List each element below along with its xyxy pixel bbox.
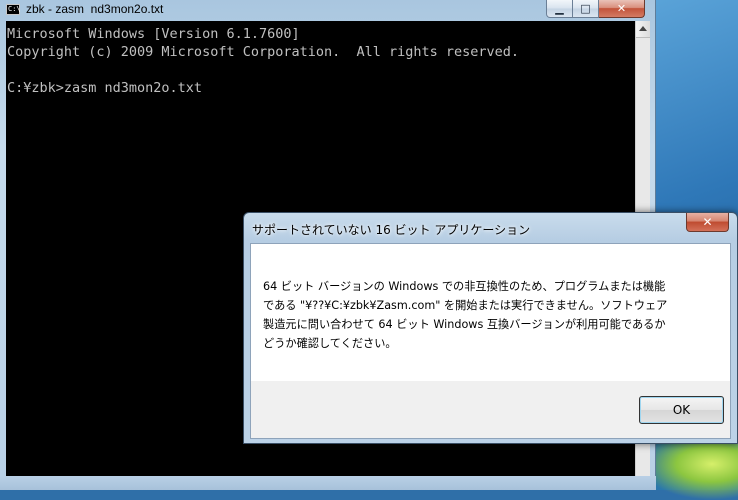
close-icon: ✕ xyxy=(702,215,713,229)
ok-button[interactable]: OK xyxy=(639,396,724,424)
dialog-message: 64 ビット バージョンの Windows での非互換性のため、プログラムまたは… xyxy=(263,277,725,353)
close-button[interactable]: ✕ xyxy=(599,0,645,18)
console-line: Microsoft Windows [Version 6.1.7600] xyxy=(7,26,300,42)
dialog-body: 64 ビット バージョンの Windows での非互換性のため、プログラムまたは… xyxy=(250,243,731,439)
console-app-icon[interactable]: C:\ xyxy=(6,4,21,15)
maximize-icon: □ xyxy=(580,2,591,15)
scroll-up-arrow-icon[interactable] xyxy=(636,21,650,38)
dialog-message-line: である "¥??¥C:¥zbk¥Zasm.com" を開始または実行できません。… xyxy=(263,299,668,312)
console-window-bottom-frame xyxy=(0,476,656,490)
maximize-button[interactable]: □ xyxy=(573,0,599,18)
dialog-message-line: どうか確認してください。 xyxy=(263,337,397,350)
minimize-button[interactable]: ▁ xyxy=(546,0,573,18)
console-line: Copyright (c) 2009 Microsoft Corporation… xyxy=(7,44,520,60)
dialog-close-button[interactable]: ✕ xyxy=(686,213,729,232)
dialog-message-line: 製造元に問い合わせて 64 ビット Windows 互換バージョンが利用可能であ… xyxy=(263,318,666,331)
minimize-icon: ▁ xyxy=(555,2,564,15)
dialog-message-line: 64 ビット バージョンの Windows での非互換性のため、プログラムまたは… xyxy=(263,280,666,293)
window-controls: ▁ □ ✕ xyxy=(546,0,645,18)
console-prompt-line: C:¥zbk>zasm nd3mon2o.txt xyxy=(7,80,203,96)
console-window-title: zbk - zasm nd3mon2o.txt xyxy=(26,2,164,16)
close-icon: ✕ xyxy=(616,2,627,15)
console-titlebar[interactable]: C:\ zbk - zasm nd3mon2o.txt ▁ □ ✕ xyxy=(0,0,656,20)
dialog-message-area: 64 ビット バージョンの Windows での非互換性のため、プログラムまたは… xyxy=(251,244,730,381)
dialog-title: サポートされていない 16 ビット アプリケーション xyxy=(252,223,531,237)
unsupported-16bit-app-dialog: サポートされていない 16 ビット アプリケーション ✕ 64 ビット バージョ… xyxy=(243,212,738,444)
